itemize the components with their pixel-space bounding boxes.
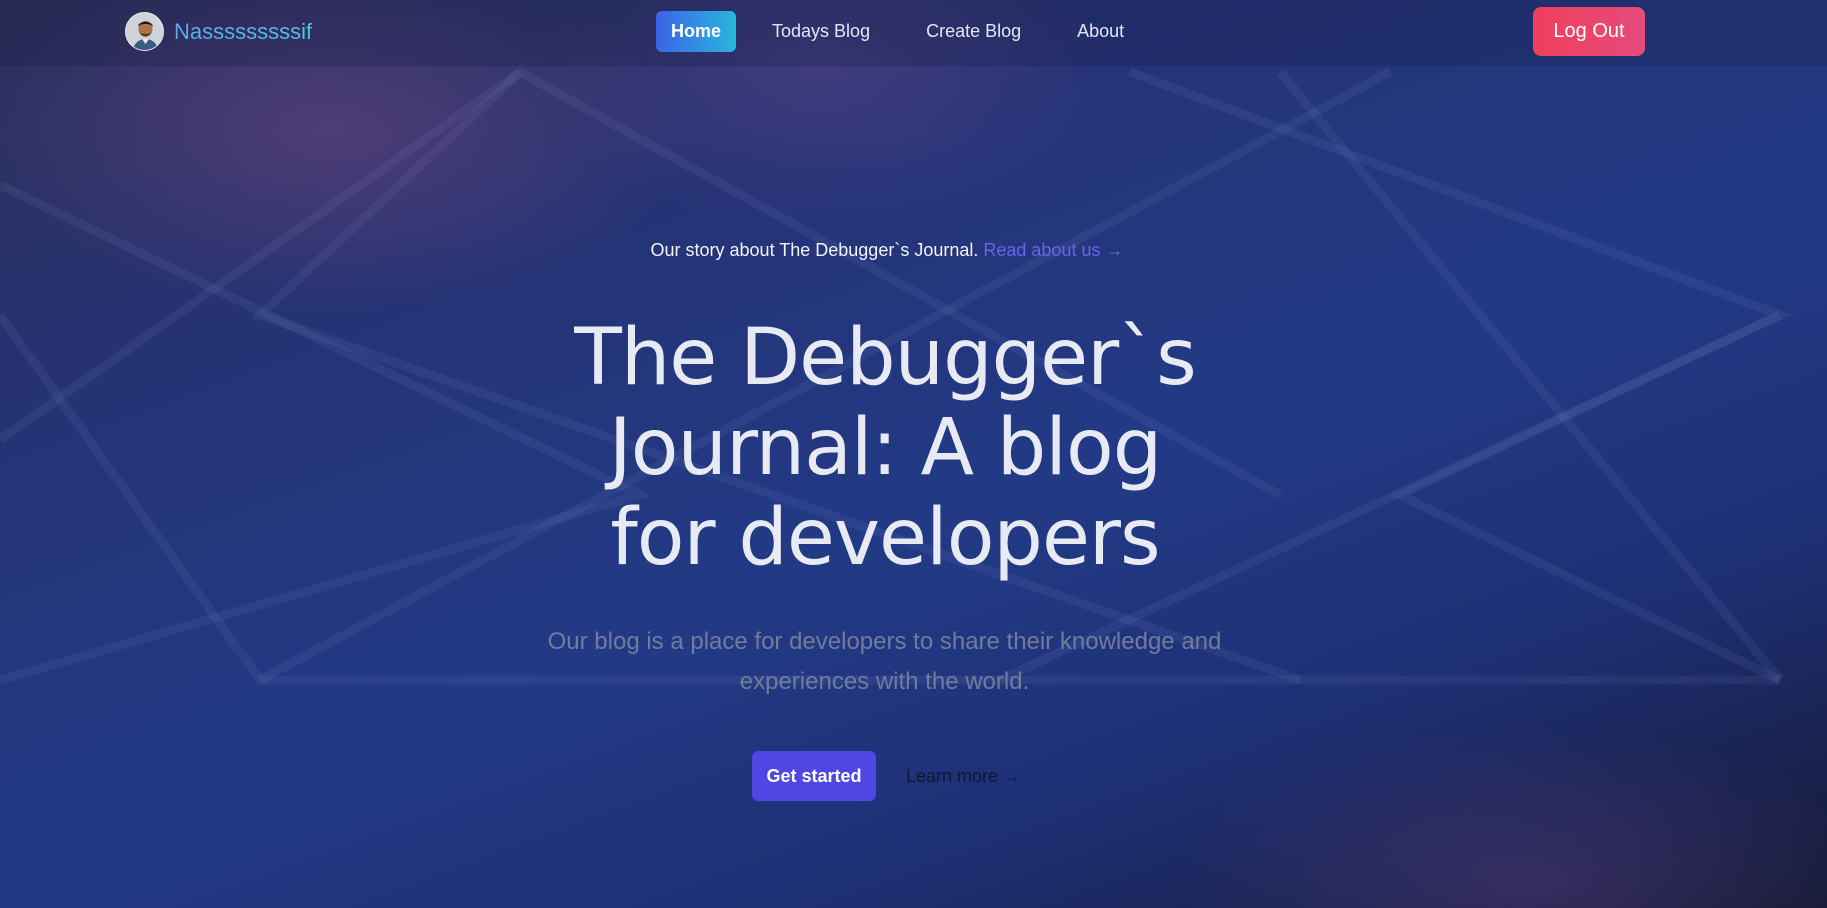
headline-line: Journal: A blog bbox=[608, 403, 1162, 493]
landing-page: Nasssssssssif Home Todays Blog Create Bl… bbox=[0, 0, 1827, 908]
nav-create-blog[interactable]: Create Blog bbox=[906, 11, 1041, 52]
hero-actions: Get started Learn more → bbox=[752, 751, 1021, 801]
read-about-us-link[interactable]: Read about us → bbox=[983, 240, 1123, 260]
learn-more-link[interactable]: Learn more → bbox=[906, 766, 1021, 787]
headline-line: The Debugger`s bbox=[574, 313, 1197, 403]
brand-profile-link[interactable]: Nasssssssssif bbox=[125, 12, 312, 51]
story-text: Our story about The Debugger`s Journal. bbox=[650, 240, 979, 260]
nav-about[interactable]: About bbox=[1057, 11, 1144, 52]
user-avatar[interactable] bbox=[125, 12, 164, 51]
hero-headline: The Debugger`s Journal: A blog for devel… bbox=[0, 313, 1770, 583]
hero-subtitle: Our blog is a place for developers to sh… bbox=[547, 628, 1222, 695]
top-navbar: Nasssssssssif Home Todays Blog Create Bl… bbox=[0, 0, 1827, 66]
headline-line: for developers bbox=[610, 493, 1160, 583]
nav-todays-blog[interactable]: Todays Blog bbox=[752, 11, 890, 52]
nav-home[interactable]: Home bbox=[656, 11, 737, 52]
story-announcement: Our story about The Debugger`s Journal. … bbox=[0, 240, 1774, 261]
brand-name[interactable]: Nasssssssssif bbox=[174, 19, 312, 45]
nav-links: Home Todays Blog Create Blog About bbox=[656, 11, 1144, 52]
user-photo-icon bbox=[126, 13, 163, 50]
logout-button[interactable]: Log Out bbox=[1533, 7, 1645, 56]
get-started-button[interactable]: Get started bbox=[752, 751, 876, 801]
